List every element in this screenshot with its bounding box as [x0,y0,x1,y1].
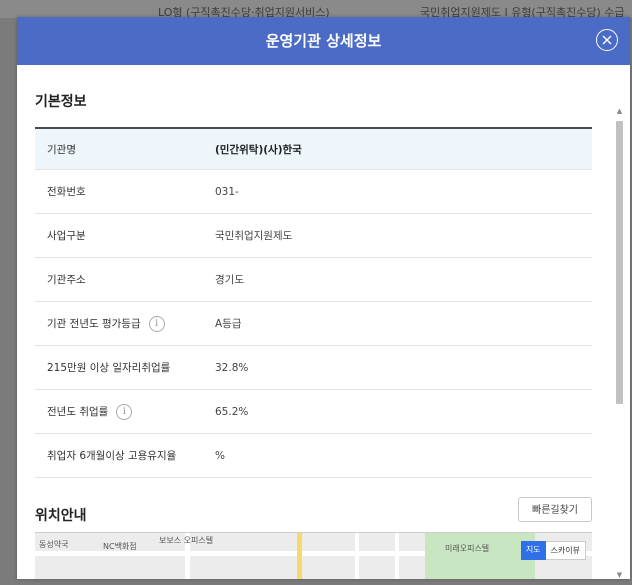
map-label: NC백화점 [103,542,137,551]
info-label: 215만원 이상 일자리취업률 [47,362,171,374]
info-value: 65.2% [215,405,249,418]
close-button[interactable] [596,29,618,51]
info-row-business-type: 사업구분 국민취업지원제도 [35,214,592,258]
info-row-agency-name: 기관명 (민간위탁)(사)한국 [35,129,592,170]
info-value: 32.8% [215,361,249,374]
modal-title: 운영기관 상세정보 [265,32,382,50]
scroll-up-arrow-icon[interactable]: ▲ [615,105,624,117]
modal-scrollbar[interactable]: ▲ ▼ [615,89,624,579]
info-label: 취업자 6개월이상 고용유지율 [47,450,177,462]
map-road [395,533,399,579]
info-value: 031- [215,185,239,198]
info-value: A등급 [215,318,242,330]
scroll-down-arrow-icon[interactable]: ▼ [615,569,624,579]
info-label: 전년도 취업률 i [35,403,215,420]
background-page-strip: LO형 (구직촉진수당·취업지원서비스) 국민취업지원제도 I 유형(구직촉진수… [0,0,632,18]
info-row-address: 기관주소 경기도 [35,258,592,302]
info-value: 경기도 [215,274,244,286]
close-icon [602,35,612,45]
info-row-evaluation-grade: 기관 전년도 평가등급 i A등급 [35,302,592,346]
modal-header: 운영기관 상세정보 [17,17,630,65]
background-text-left: LO형 (구직촉진수당·취업지원서비스) [158,6,330,18]
map-road-main [297,533,302,579]
modal-content: 기본정보 기관명 (민간위탁)(사)한국 전화번호 031- 사업구분 국민취업… [35,65,592,579]
basic-info-title: 기본정보 [35,94,87,110]
info-row-phone: 전화번호 031- [35,170,592,214]
info-row-employment-rate-215: 215만원 이상 일자리취업률 32.8% [35,346,592,390]
location-title: 위치안내 [35,508,87,524]
scroll-thumb[interactable] [616,121,623,404]
detail-modal: 운영기관 상세정보 기본정보 기관명 (민간위탁)(사)한국 전화번호 031-… [17,17,630,579]
location-map[interactable]: 동성약국 NC백화점 보보스 오피스텔 미래오피스텔 지도 스카이뷰 [35,532,592,579]
info-label: 기관 전년도 평가등급 i [35,315,215,332]
info-label-text: 기관 전년도 평가등급 [47,318,141,330]
map-park-area [425,533,535,579]
map-label: 동성약국 [39,540,69,549]
map-label: 미래오피스텔 [445,544,490,553]
info-icon[interactable]: i [148,315,165,332]
info-value: % [215,449,225,462]
skyview-button[interactable]: 스카이뷰 [545,541,586,560]
modal-body: 기본정보 기관명 (민간위탁)(사)한국 전화번호 031- 사업구분 국민취업… [17,65,630,579]
background-text-right: 국민취업지원제도 I 유형(구직촉진수당) 수급 [420,6,625,18]
info-label-text: 전년도 취업률 [47,406,109,418]
info-value: (민간위탁)(사)한국 [215,143,302,156]
info-row-previous-year-employment-rate: 전년도 취업률 i 65.2% [35,390,592,434]
map-road [355,533,359,579]
info-label: 기관주소 [47,274,86,286]
quick-route-button[interactable]: 빠른길찾기 [518,497,592,522]
info-label: 사업구분 [47,230,86,242]
map-label: 보보스 오피스텔 [159,536,214,545]
map-view-button[interactable]: 지도 [520,541,546,560]
info-icon[interactable]: i [116,403,133,420]
info-label: 기관명 [47,143,76,156]
info-row-retention-rate: 취업자 6개월이상 고용유지율 % [35,434,592,478]
info-label: 전화번호 [47,186,86,198]
location-section-header: 위치안내 빠른길찾기 [35,497,592,527]
map-type-toggle: 지도 스카이뷰 [520,541,586,560]
info-value: 국민취업지원제도 [215,230,293,242]
basic-info-table: 기관명 (민간위탁)(사)한국 전화번호 031- 사업구분 국민취업지원제도 … [35,127,592,478]
